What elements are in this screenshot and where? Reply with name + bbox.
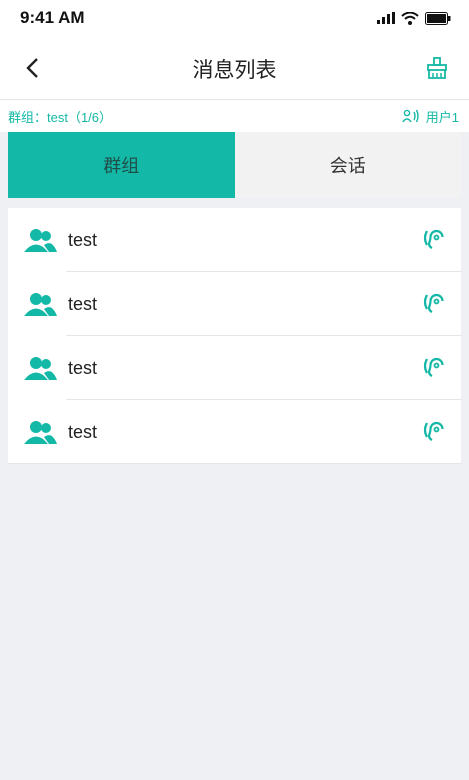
list-item-label: test <box>68 293 98 314</box>
listen-button[interactable] <box>419 353 449 383</box>
group-info: 群组：test（1/6） <box>8 109 113 125</box>
listen-button[interactable] <box>419 225 449 255</box>
current-user: 用户1 <box>401 107 459 126</box>
user-name: 用户1 <box>425 109 459 125</box>
status-time: 9:41 AM <box>20 8 85 27</box>
user-speaking-icon <box>401 109 419 123</box>
status-icons <box>377 11 451 25</box>
phone-screen: 9:41 AM 消息列表 群组：test（1/6） 用户1 群组 会话 test… <box>0 0 469 780</box>
list-item[interactable]: test <box>8 336 461 400</box>
listen-button[interactable] <box>419 289 449 319</box>
tab-groups[interactable]: 群组 <box>8 132 235 198</box>
list-item[interactable]: test <box>8 208 461 272</box>
list-item[interactable]: test <box>8 272 461 336</box>
broom-icon <box>427 57 447 79</box>
tab-bar: 群组 会话 <box>8 132 461 198</box>
group-icon <box>24 420 58 444</box>
ear-icon <box>423 421 444 441</box>
tab-sessions[interactable]: 会话 <box>234 132 461 198</box>
battery-icon <box>425 11 451 25</box>
list-item[interactable]: test <box>8 400 461 464</box>
signal-icon <box>377 12 395 24</box>
list-item-label: test <box>68 229 98 250</box>
group-list: test test test test <box>8 208 461 464</box>
clean-button[interactable] <box>423 54 451 82</box>
wifi-icon <box>401 11 419 25</box>
nav-bar: 消息列表 <box>0 36 469 100</box>
group-icon <box>24 292 58 316</box>
page-title: 消息列表 <box>192 59 277 82</box>
empty-area <box>8 464 461 780</box>
status-bar: 9:41 AM <box>0 0 469 36</box>
info-bar: 群组：test（1/6） 用户1 <box>0 100 469 132</box>
group-icon <box>24 356 58 380</box>
ear-icon <box>423 293 444 313</box>
group-icon <box>24 228 58 252</box>
list-item-label: test <box>68 357 98 378</box>
ear-icon <box>423 357 444 377</box>
listen-button[interactable] <box>419 417 449 447</box>
list-item-label: test <box>68 421 98 442</box>
ear-icon <box>423 229 444 249</box>
